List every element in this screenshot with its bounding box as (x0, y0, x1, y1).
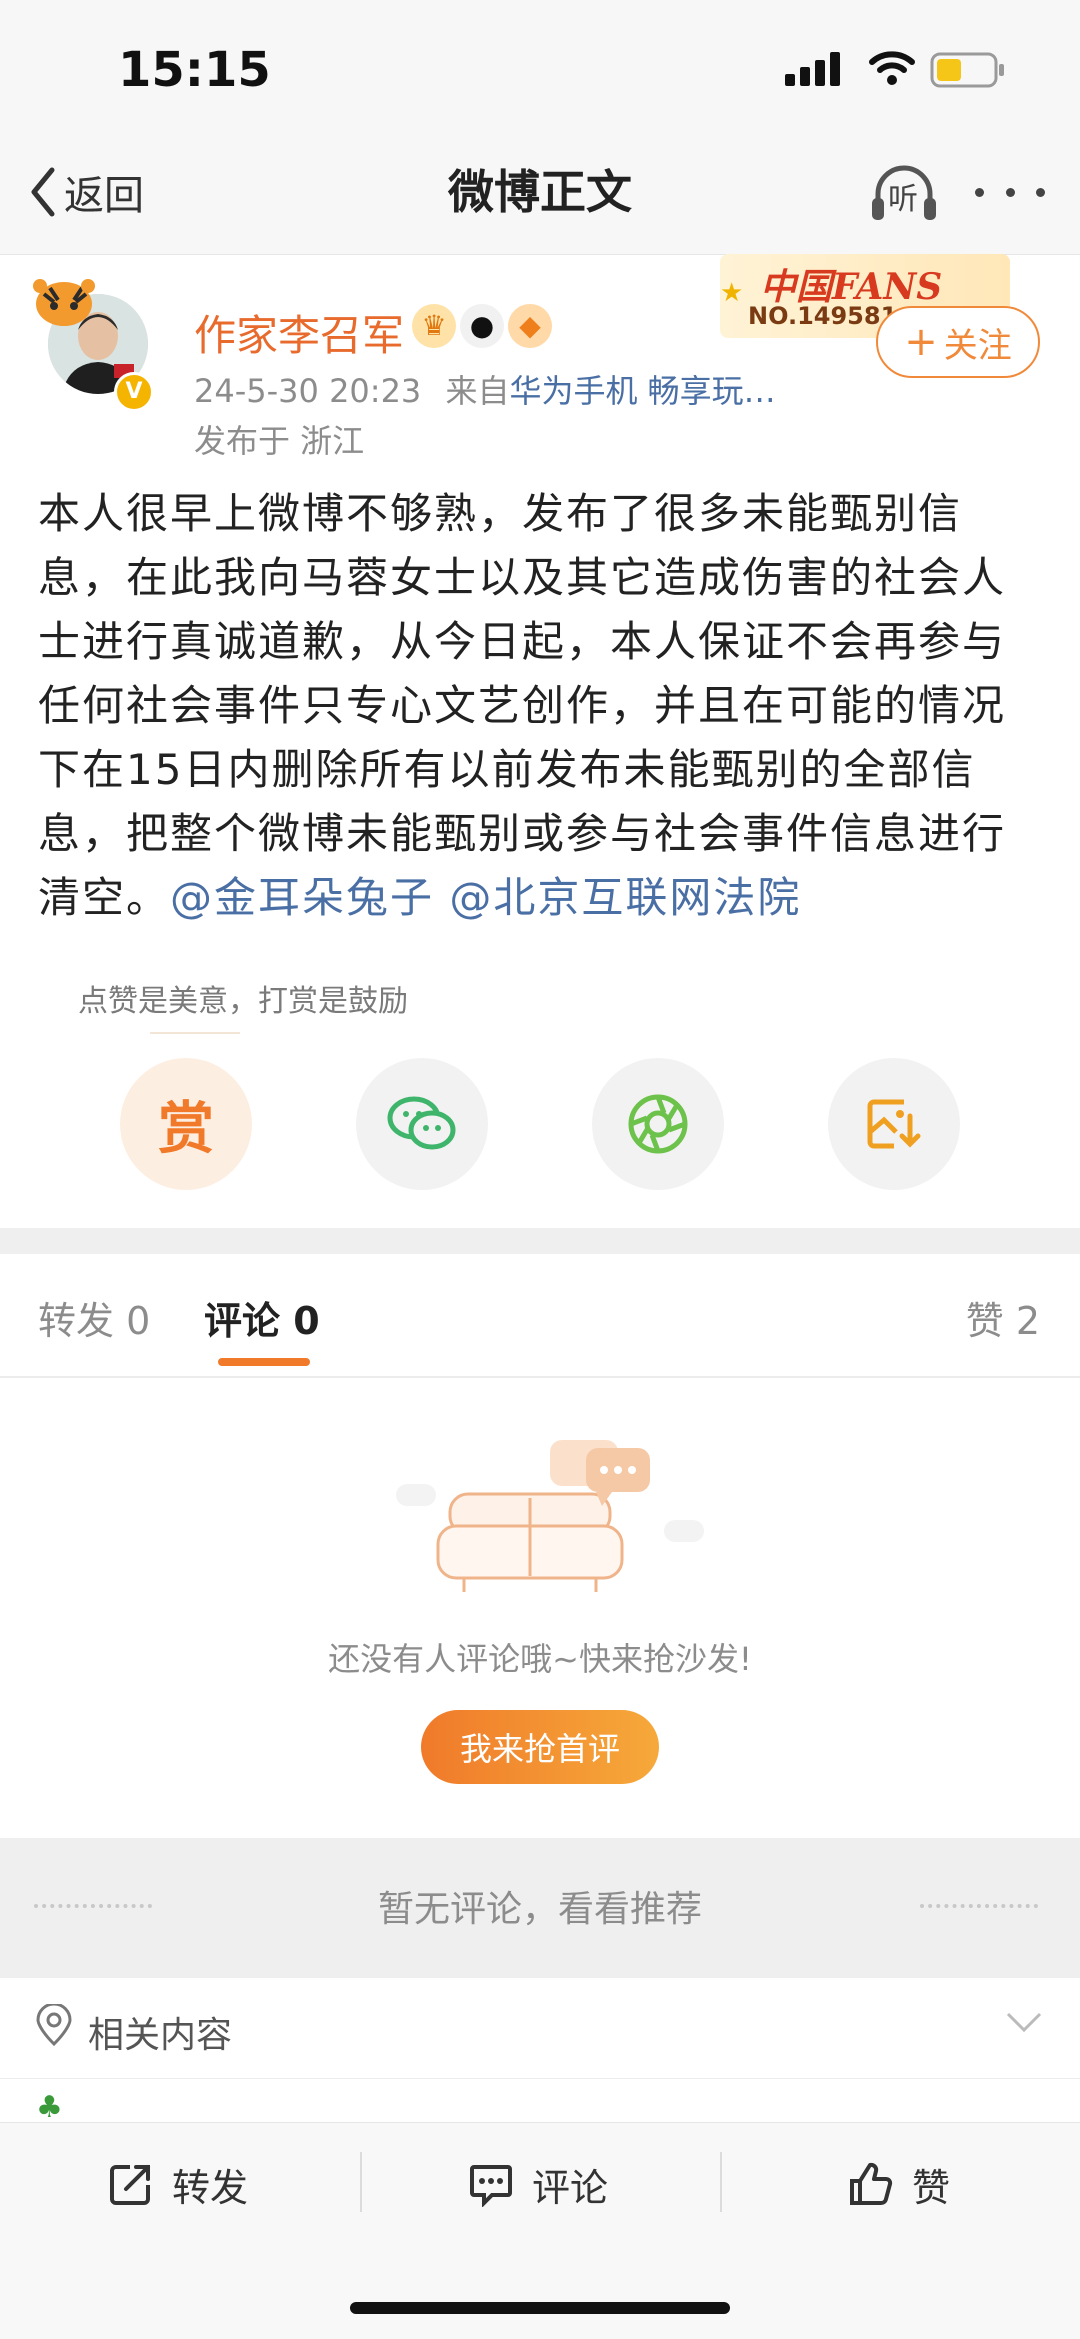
wechat-icon (387, 1096, 456, 1150)
clover-icon: ♣ (36, 2090, 63, 2125)
tab-repost-label: 转发 (38, 1299, 115, 1343)
active-tab-indicator (218, 1358, 310, 1366)
sofa-icon (396, 1440, 704, 1592)
like-label: 赞 (912, 2165, 951, 2210)
battery-icon (930, 52, 1004, 88)
tabs-divider (0, 1376, 1080, 1378)
like-icon (850, 2162, 893, 2205)
post-timestamp: 24-5-30 20:23 (194, 372, 422, 410)
follow-label: 关注 (943, 325, 1012, 366)
verified-icon: V (114, 372, 154, 412)
repost-button[interactable]: 转发 (108, 2156, 248, 2212)
tab-like-count: 2 (1015, 1299, 1040, 1343)
reward-label: 赏 (158, 1096, 214, 1162)
post-text: 本人很早上微博不够熟，发布了很多未能甄别信息，在此我向马蓉女士以及其它造成伤害的… (38, 489, 1007, 922)
post-location: 发布于 浙江 (194, 422, 365, 460)
plus-icon: + (904, 319, 938, 365)
tab-comment[interactable]: 评论 0 (204, 1290, 320, 1345)
author-name[interactable]: 作家李召军 (194, 302, 404, 363)
fans-badge-number: NO.149581 (748, 302, 898, 330)
moments-icon (628, 1094, 688, 1154)
comment-icon (470, 2165, 512, 2207)
no-comment-text: 暂无评论，看看推荐 (377, 1889, 702, 1930)
like-button[interactable]: 赞 (848, 2156, 950, 2212)
source-prefix: 来自 (445, 372, 510, 410)
repost-label: 转发 (172, 2165, 249, 2210)
tab-comment-count: 0 (293, 1299, 320, 1343)
save-image-button[interactable] (828, 1058, 960, 1190)
avatar-container[interactable]: V (30, 272, 160, 412)
star-icon: ★ (720, 278, 744, 308)
more-icon[interactable] (975, 170, 1045, 214)
wifi-icon (869, 51, 915, 85)
tab-comment-label: 评论 (204, 1299, 281, 1343)
signal-icon (785, 52, 840, 86)
panda-badge-icon: ● (460, 304, 504, 348)
listen-button[interactable]: 听 (868, 160, 940, 224)
share-wechat-button[interactable] (356, 1058, 488, 1190)
share-moments-button[interactable] (592, 1058, 724, 1190)
dotted-divider (920, 1904, 1038, 1908)
reward-button[interactable]: 赏 (120, 1058, 252, 1190)
bottom-separator (720, 2152, 722, 2212)
author-badges[interactable]: ♛ ● ◆ (412, 304, 552, 348)
tab-repost-count: 0 (126, 1299, 151, 1343)
related-content-label: 相关内容 (88, 2015, 233, 2056)
chevron-down-icon[interactable] (1004, 2010, 1044, 2034)
section-separator (0, 1228, 1080, 1254)
tab-like-label: 赞 (965, 1299, 1004, 1343)
post-meta: 24-5-30 20:23 来自华为手机 畅享玩… (194, 366, 776, 412)
tab-repost[interactable]: 转发 0 (38, 1290, 150, 1345)
fish-badge-icon: ◆ (508, 304, 552, 348)
mention-link[interactable]: @北京互联网法院 (449, 873, 801, 922)
crown-badge-icon: ♛ (412, 304, 456, 348)
reward-hint-divider (150, 1032, 240, 1034)
comment-label: 评论 (532, 2165, 609, 2210)
first-comment-button[interactable]: 我来抢首评 (421, 1710, 659, 1784)
save-image-icon (867, 1099, 921, 1149)
home-indicator (350, 2302, 730, 2314)
empty-comments-text: 还没有人评论哦~快来抢沙发! (328, 1640, 752, 1678)
bottom-separator (360, 2152, 362, 2212)
share-icon (110, 2165, 150, 2205)
reward-hint: 点赞是美意，打赏是鼓励 (78, 984, 408, 1019)
location-pin-icon (36, 2004, 72, 2047)
mention-link[interactable]: @金耳朵兔子 (170, 873, 434, 922)
follow-button[interactable]: + 关注 (876, 306, 1040, 378)
post-source[interactable]: 华为手机 畅享玩… (509, 372, 775, 410)
status-time: 15:15 (118, 42, 271, 98)
listen-label: 听 (888, 182, 918, 217)
post-body: 本人很早上微博不够熟，发布了很多未能甄别信息，在此我向马蓉女士以及其它造成伤害的… (38, 482, 1048, 930)
tab-like[interactable]: 赞 2 (966, 1290, 1040, 1345)
comment-button[interactable]: 评论 (468, 2156, 608, 2212)
tiger-avatar-frame-icon (33, 279, 95, 326)
